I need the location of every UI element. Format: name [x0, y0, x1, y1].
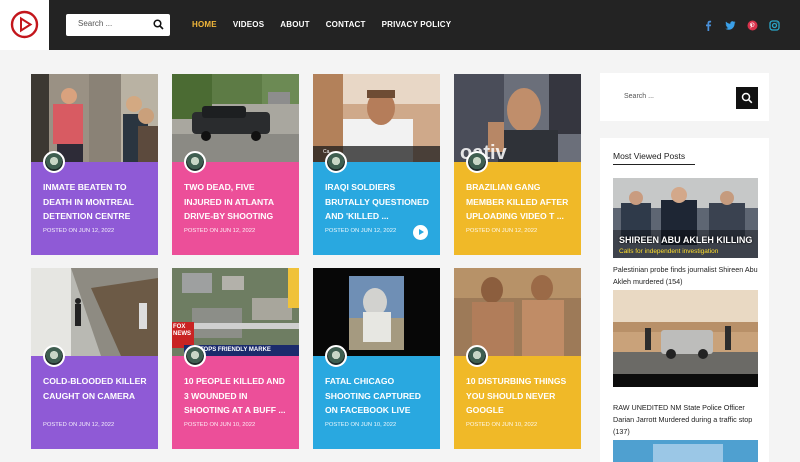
search-icon[interactable] — [153, 19, 164, 30]
most-viewed-caption[interactable]: Palestinian probe finds journalist Shire… — [613, 264, 763, 288]
site-header: Search ... HOME VIDEOS ABOUT CONTACT PRI… — [0, 0, 800, 50]
author-avatar[interactable] — [43, 151, 65, 173]
post-date: POSTED ON JUN 12, 2022 — [184, 228, 256, 234]
post-thumbnail[interactable]: Ca... ... — [313, 74, 440, 162]
most-viewed-caption[interactable]: RAW UNEDITED NM State Police Officer Dar… — [613, 402, 763, 438]
facebook-icon[interactable] — [703, 18, 714, 31]
nav-contact[interactable]: CONTACT — [326, 20, 366, 29]
widget-title: Most Viewed Posts — [613, 151, 686, 161]
nav-about[interactable]: ABOUT — [280, 20, 309, 29]
post-title[interactable]: FATAL CHICAGO SHOOTING CAPTURED ON FACEB… — [325, 374, 433, 418]
post-thumbnail[interactable] — [31, 74, 158, 162]
post-title[interactable]: 10 DISTURBING THINGS YOU SHOULD NEVER GO… — [466, 374, 574, 418]
post-thumbnail[interactable] — [31, 268, 158, 356]
instagram-icon[interactable] — [769, 18, 780, 31]
post-date: POSTED ON JUN 10, 2022 — [325, 422, 397, 428]
post-card[interactable]: oativ BRAZILIAN GANG MEMBER KILLED AFTER… — [454, 74, 581, 255]
nav-privacy-policy[interactable]: PRIVACY POLICY — [382, 20, 452, 29]
post-date: POSTED ON JUN 10, 2022 — [184, 422, 256, 428]
main-nav: HOME VIDEOS ABOUT CONTACT PRIVACY POLICY — [192, 20, 451, 29]
author-avatar[interactable] — [325, 345, 347, 367]
post-card[interactable]: FATAL CHICAGO SHOOTING CAPTURED ON FACEB… — [313, 268, 440, 449]
news-ticker-text: TOPS FRIENDLY MARKE — [200, 347, 271, 353]
thumbnail-headline: SHIREEN ABU AKLEH KILLING — [619, 235, 753, 245]
header-search-input[interactable]: Search ... — [66, 14, 170, 36]
post-thumbnail[interactable] — [454, 268, 581, 356]
post-title[interactable]: 10 PEOPLE KILLED AND 3 WOUNDED IN SHOOTI… — [184, 374, 292, 418]
search-icon — [741, 92, 753, 104]
sidebar-search-input[interactable]: Search ... — [624, 93, 654, 100]
post-date: POSTED ON JUN 12, 2022 — [325, 228, 397, 234]
most-viewed-thumbnail[interactable] — [613, 290, 758, 387]
post-card[interactable]: INMATE BEATEN TO DEATH IN MONTREAL DETEN… — [31, 74, 158, 255]
most-viewed-widget: Most Viewed Posts SHIREEN ABU AKLEH KILL… — [600, 138, 769, 462]
widget-title-underline — [613, 164, 695, 165]
post-card[interactable]: COLD-BLOODED KILLER CAUGHT ON CAMERA POS… — [31, 268, 158, 449]
pinterest-icon[interactable] — [747, 18, 758, 31]
post-thumbnail[interactable] — [313, 268, 440, 356]
post-card[interactable]: Ca... ... IRAQI SOLDIERS BRUTALLY QUESTI… — [313, 74, 440, 255]
most-viewed-thumbnail[interactable] — [613, 440, 758, 462]
nav-videos[interactable]: VIDEOS — [233, 20, 264, 29]
post-title[interactable]: BRAZILIAN GANG MEMBER KILLED AFTER UPLOA… — [466, 180, 574, 224]
site-logo[interactable] — [0, 0, 49, 50]
post-thumbnail[interactable]: oativ — [454, 74, 581, 164]
post-title[interactable]: TWO DEAD, FIVE INJURED IN ATLANTA DRIVE-… — [184, 180, 292, 224]
play-logo-icon — [10, 10, 39, 39]
social-links — [703, 18, 780, 31]
post-thumbnail[interactable] — [172, 74, 299, 162]
post-date: POSTED ON JUN 12, 2022 — [43, 228, 115, 234]
author-avatar[interactable] — [466, 151, 488, 173]
post-title[interactable]: IRAQI SOLDIERS BRUTALLY QUESTIONED AND '… — [325, 180, 433, 224]
sidebar-search: Search ... — [600, 73, 769, 121]
thumbnail-subheadline: Calls for independent investigation — [619, 248, 719, 255]
post-card[interactable]: TWO DEAD, FIVE INJURED IN ATLANTA DRIVE-… — [172, 74, 299, 255]
post-date: POSTED ON JUN 12, 2022 — [43, 422, 115, 428]
header-search-placeholder: Search ... — [78, 19, 113, 28]
twitter-icon[interactable] — [725, 18, 736, 30]
post-title[interactable]: COLD-BLOODED KILLER CAUGHT ON CAMERA — [43, 374, 151, 403]
author-avatar[interactable] — [184, 151, 206, 173]
nav-home[interactable]: HOME — [192, 20, 217, 29]
post-card[interactable]: 10 DISTURBING THINGS YOU SHOULD NEVER GO… — [454, 268, 581, 449]
play-video-icon[interactable] — [413, 225, 428, 240]
post-date: POSTED ON JUN 12, 2022 — [466, 228, 538, 234]
fox-news-logo: FOX NEWS — [173, 324, 191, 337]
post-card[interactable]: FOX NEWS TOPS FRIENDLY MARKE 10 PEOPLE K… — [172, 268, 299, 449]
post-title[interactable]: INMATE BEATEN TO DEATH IN MONTREAL DETEN… — [43, 180, 151, 224]
author-avatar[interactable] — [466, 345, 488, 367]
post-thumbnail[interactable]: FOX NEWS TOPS FRIENDLY MARKE — [172, 268, 299, 356]
post-date: POSTED ON JUN 10, 2022 — [466, 422, 538, 428]
author-avatar[interactable] — [184, 345, 206, 367]
sidebar-search-button[interactable] — [736, 87, 758, 109]
most-viewed-thumbnail[interactable]: SHIREEN ABU AKLEH KILLING Calls for inde… — [613, 178, 758, 258]
author-avatar[interactable] — [43, 345, 65, 367]
author-avatar[interactable] — [325, 151, 347, 173]
